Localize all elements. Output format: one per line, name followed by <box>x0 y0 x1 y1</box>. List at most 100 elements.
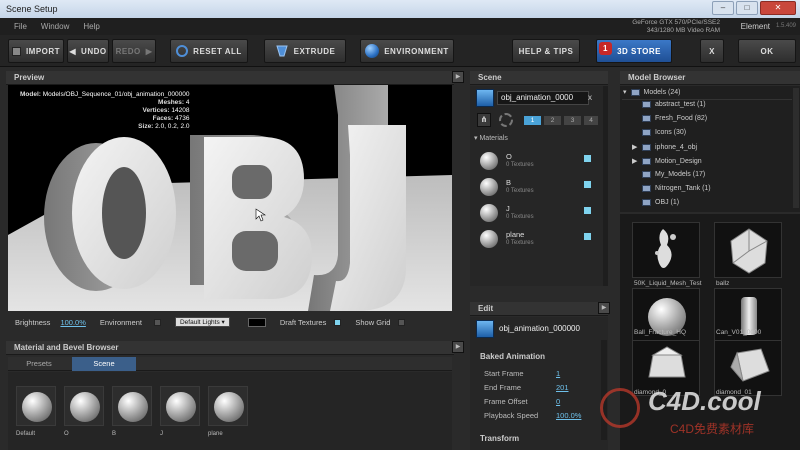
thumb-label-liquid: 50K_Liquid_Mesh_Test <box>634 280 702 287</box>
material-thumb-j[interactable] <box>160 386 200 426</box>
window-close-button[interactable]: ✕ <box>760 1 796 15</box>
show-grid-label: Show Grid <box>355 317 391 327</box>
scene-scrollbar[interactable] <box>603 86 608 286</box>
toolbar: IMPORT ◀ UNDO REDO ▶ RESET ALL EXTRUDE E… <box>0 35 800 67</box>
info-faces: Faces: 4736 <box>152 115 190 122</box>
menu-window[interactable]: Window <box>41 22 69 31</box>
tree-item-obj[interactable]: OBJ (1) <box>632 199 679 206</box>
material-label-default: Default <box>16 431 36 437</box>
letter-b-hole-bottom <box>232 231 278 271</box>
environment-button[interactable]: ENVIRONMENT <box>360 39 454 63</box>
close-x-button[interactable]: X <box>700 39 724 63</box>
thumb-label-ball-fracture: Ball_Fracture_HQ <box>634 329 687 336</box>
material-label-o: O <box>64 431 69 437</box>
environment-checkbox[interactable] <box>153 318 161 326</box>
hierarchy-icon[interactable]: ⋔ <box>477 113 491 127</box>
extrude-button[interactable]: EXTRUDE <box>264 39 346 63</box>
scene-material-j[interactable]: J 0 Textures <box>476 201 600 227</box>
scene-object-close[interactable]: x <box>584 92 596 104</box>
playback-speed-value[interactable]: 100.0% <box>556 411 581 420</box>
scene-material-o[interactable]: O 0 Textures <box>476 149 600 175</box>
scene-tab-4[interactable]: 4 <box>584 116 598 125</box>
material-thumb-plane[interactable] <box>208 386 248 426</box>
info-meshes: Meshes: 4 <box>158 99 190 106</box>
tree-item-nitrogen[interactable]: Nitrogen_Tank (1) <box>632 185 711 192</box>
extrude-icon <box>275 45 288 57</box>
model-browser-title: Model Browser <box>628 73 686 82</box>
tree-root-models[interactable]: ▾ Models (24) <box>623 88 680 96</box>
playback-speed-label: Playback Speed <box>484 411 539 420</box>
thumb-liquid-mesh[interactable] <box>632 222 700 278</box>
scene-object-name[interactable]: obj_animation_0000 <box>497 91 589 105</box>
ok-button[interactable]: OK <box>738 39 796 63</box>
material-j-textures: 0 Textures <box>506 214 534 220</box>
tree-item-abstract[interactable]: abstract_test (1) <box>632 101 706 108</box>
tree-item-label: Icons (30) <box>655 129 687 136</box>
scene-tab-3[interactable]: 3 <box>564 116 581 125</box>
tree-scrollbar[interactable] <box>793 88 799 208</box>
import-icon <box>11 46 21 56</box>
store-label: 3D STORE <box>617 46 661 56</box>
lights-dropdown[interactable]: Default Lights ▾ <box>174 317 230 327</box>
materials-header: ▾ Materials <box>474 135 508 142</box>
folder-icon <box>642 115 651 122</box>
redo-button[interactable]: REDO ▶ <box>112 39 156 63</box>
tree-item-fresh-food[interactable]: Fresh_Food (82) <box>632 115 707 122</box>
material-browser-expand-button[interactable]: ▶ <box>452 341 464 353</box>
material-label-plane: plane <box>208 431 223 437</box>
tree-item-iphone[interactable]: ▶ iphone_4_obj <box>632 143 697 151</box>
material-thumb-b[interactable] <box>112 386 152 426</box>
undo-button[interactable]: ◀ UNDO <box>67 39 109 63</box>
folder-icon <box>642 129 651 136</box>
draft-textures-label: Draft Textures <box>279 317 327 327</box>
material-j-name: J <box>506 204 510 213</box>
scene-material-b[interactable]: B 0 Textures <box>476 175 600 201</box>
thumb-ballz[interactable] <box>714 222 782 278</box>
edit-scrollbar[interactable] <box>601 340 607 440</box>
tree-item-label: My_Models (17) <box>655 171 706 178</box>
reset-all-button[interactable]: RESET ALL <box>170 39 248 63</box>
gear-icon[interactable] <box>499 113 513 127</box>
help-tips-button[interactable]: HELP & TIPS <box>512 39 580 63</box>
color-swatch[interactable] <box>247 317 266 327</box>
globe-icon <box>365 44 380 58</box>
material-b-checkbox[interactable] <box>584 181 591 188</box>
tree-item-label: Fresh_Food (82) <box>655 115 708 122</box>
scene-tab-1[interactable]: 1 <box>524 116 541 125</box>
folder-icon <box>630 88 640 96</box>
tree-item-motion-design[interactable]: ▶ Motion_Design <box>632 157 702 165</box>
tree-item-label: Motion_Design <box>655 157 702 165</box>
tree-item-label: OBJ (1) <box>655 199 680 206</box>
edit-expand-button[interactable]: ▶ <box>598 302 610 314</box>
menu-help[interactable]: Help <box>83 22 99 31</box>
frame-offset-value[interactable]: 0 <box>556 397 560 406</box>
edit-object-name: obj_animation_000000 <box>499 324 580 333</box>
brightness-value[interactable]: 100.0% <box>60 318 85 327</box>
material-thumb-default[interactable] <box>16 386 56 426</box>
3d-store-button[interactable]: 1 3D STORE <box>596 39 672 63</box>
material-o-checkbox[interactable] <box>584 155 591 162</box>
maximize-button[interactable]: □ <box>736 1 758 15</box>
tab-presets[interactable]: Presets <box>8 357 70 371</box>
start-frame-value[interactable]: 1 <box>556 369 560 378</box>
material-label-b: B <box>112 431 117 437</box>
scene-material-plane[interactable]: plane 0 Textures <box>476 227 600 253</box>
minimize-button[interactable]: – <box>712 1 734 15</box>
tab-scene[interactable]: Scene <box>72 357 136 371</box>
material-j-checkbox[interactable] <box>584 207 591 214</box>
tree-item-label: iphone_4_obj <box>655 143 698 151</box>
window-titlebar: Scene Setup <box>0 0 800 18</box>
model-info-overlay: Model: Models/OBJ_Sequence_01/obj_animat… <box>20 91 190 131</box>
preview-expand-button[interactable]: ▶ <box>452 71 464 83</box>
draft-textures-checkbox[interactable] <box>334 318 342 326</box>
show-grid-checkbox[interactable] <box>398 318 406 326</box>
material-plane-checkbox[interactable] <box>584 233 591 240</box>
end-frame-value[interactable]: 201 <box>556 383 569 392</box>
material-label-j: J <box>160 431 163 437</box>
import-button[interactable]: IMPORT <box>8 39 64 63</box>
material-thumb-o[interactable] <box>64 386 104 426</box>
menu-file[interactable]: File <box>14 22 27 31</box>
tree-item-my-models[interactable]: My_Models (17) <box>632 171 705 178</box>
tree-item-icons[interactable]: Icons (30) <box>632 129 686 136</box>
scene-tab-2[interactable]: 2 <box>544 116 561 125</box>
